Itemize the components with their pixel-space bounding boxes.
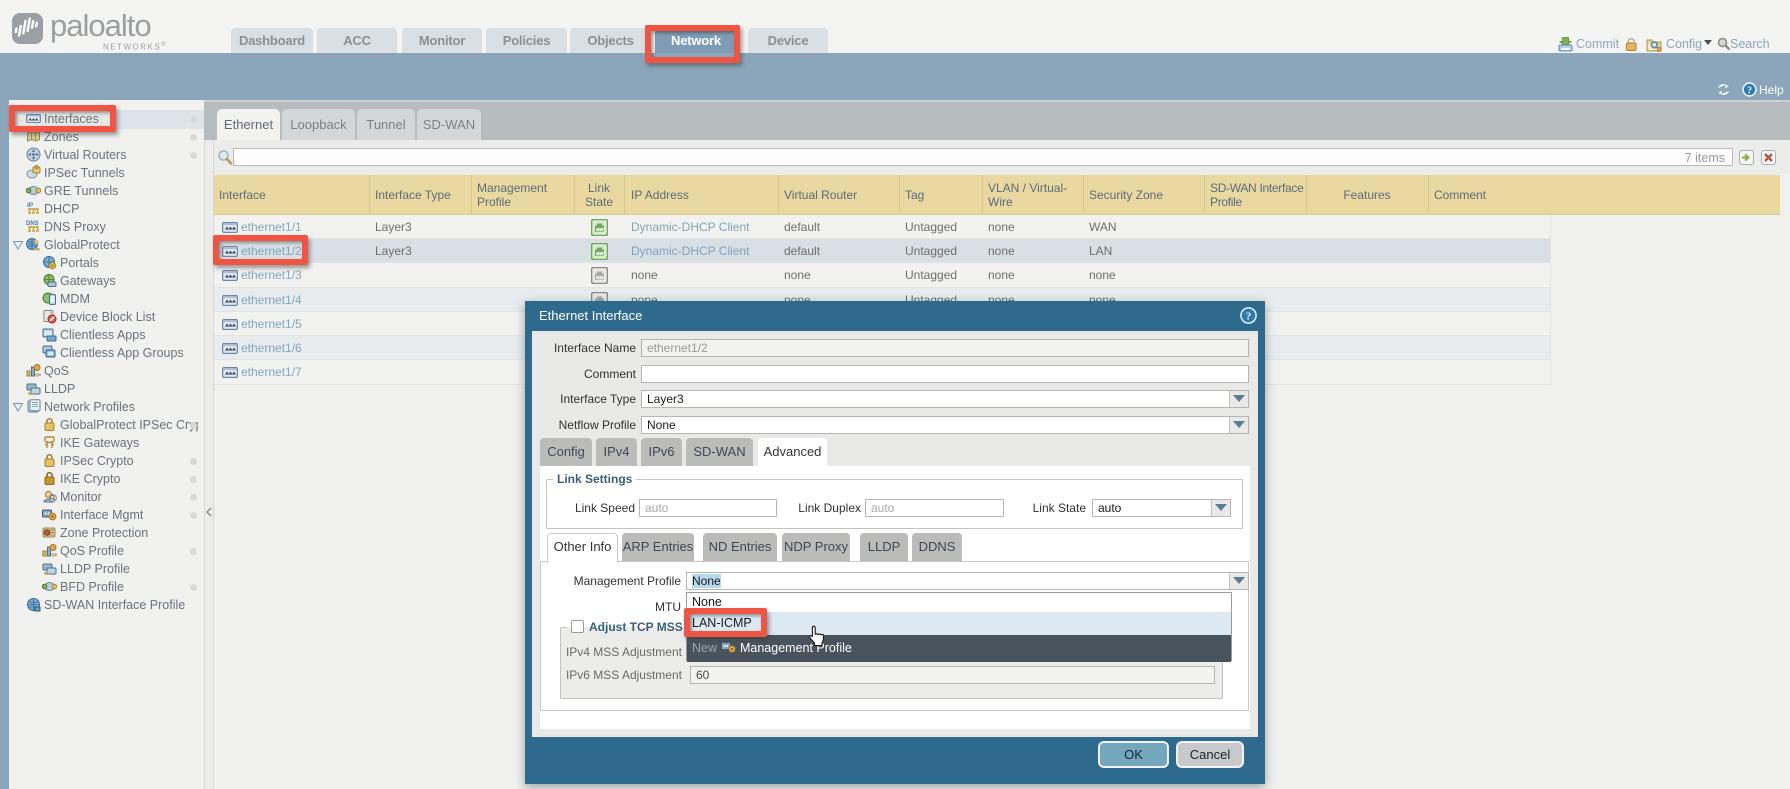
- svg-text:?: ?: [1747, 85, 1752, 96]
- svg-text:?: ?: [1246, 311, 1252, 323]
